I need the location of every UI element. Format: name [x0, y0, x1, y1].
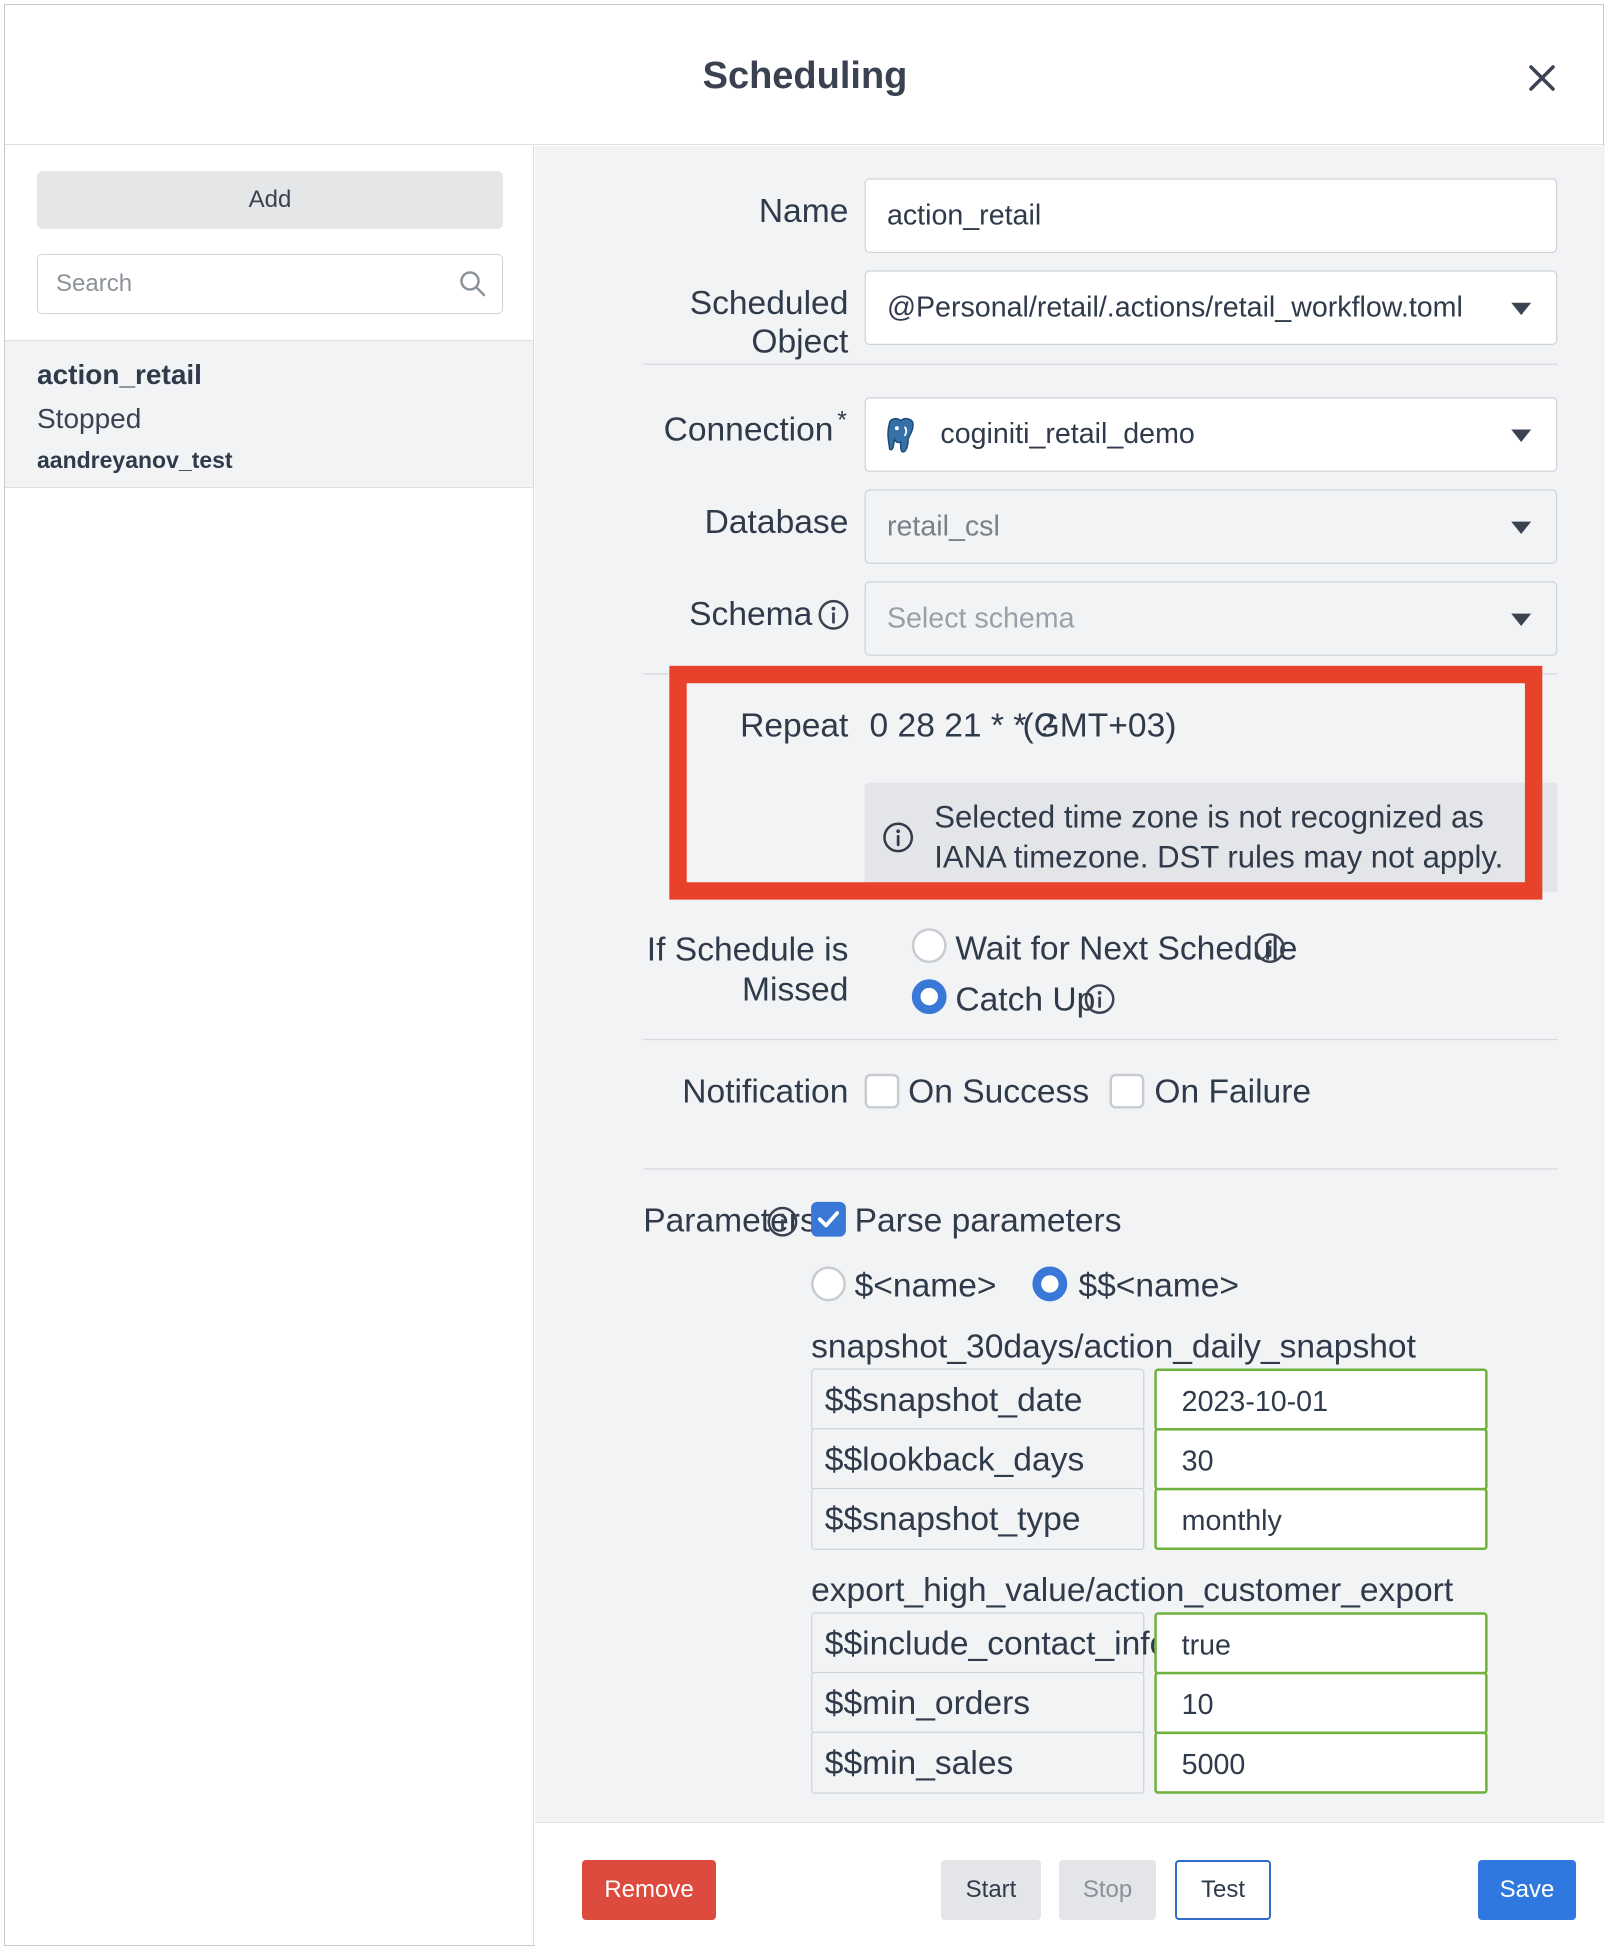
parse-parameters-checkbox[interactable] [811, 1201, 846, 1237]
connection-label: Connection [663, 410, 834, 449]
divider [643, 673, 1558, 675]
on-success-checkbox[interactable] [864, 1073, 900, 1109]
caret-down-icon [1511, 521, 1532, 535]
param-key-text: $$snapshot_date [824, 1380, 1083, 1419]
info-icon[interactable] [1254, 932, 1286, 964]
info-icon [882, 821, 914, 853]
param-value-input[interactable]: 10 [1154, 1671, 1488, 1735]
param-key: $$min_sales [811, 1731, 1145, 1794]
schedule-form: Name action_retail Scheduled Object @Per… [535, 146, 1604, 1822]
scheduled-object-value: @Personal/retail/.actions/retail_workflo… [886, 290, 1463, 323]
single-dollar-radio[interactable] [811, 1266, 846, 1302]
param-value-text: 30 [1181, 1444, 1214, 1477]
repeat-label: Repeat [740, 706, 849, 745]
param-value-input[interactable]: 30 [1154, 1428, 1488, 1491]
schedule-owner: aandreyanov_test [37, 447, 233, 473]
dialog-title: Scheduling [702, 55, 908, 97]
repeat-timezone: (GMT+03) [1022, 706, 1177, 745]
name-label: Name [758, 192, 849, 230]
divider [643, 1038, 1558, 1041]
divider [643, 363, 1558, 365]
on-success-label[interactable]: On Success [908, 1072, 1089, 1111]
dialog-footer: Remove Start Stop Test Save [535, 1822, 1604, 1946]
param-key-text: $$min_sales [824, 1744, 1014, 1782]
param-key-text: $$min_orders [824, 1684, 1031, 1722]
on-failure-checkbox[interactable] [1109, 1073, 1145, 1109]
database-label: Database [704, 502, 849, 541]
param-key: $$lookback_days [811, 1428, 1145, 1491]
timezone-warning-text: Selected time zone is not recognized as … [934, 800, 1504, 875]
on-failure-label[interactable]: On Failure [1154, 1072, 1311, 1111]
param-value-input[interactable]: 2023-10-01 [1154, 1368, 1488, 1431]
scheduling-dialog: Scheduling Add action_retail Stopped aan… [4, 4, 1605, 1946]
param-value-input[interactable]: monthly [1154, 1487, 1488, 1551]
wait-next-radio[interactable] [911, 928, 947, 964]
catch-up-radio[interactable] [911, 979, 947, 1015]
database-select[interactable]: retail_csl [864, 489, 1558, 564]
missed-label-line2: Missed [742, 970, 849, 1008]
missed-label: If Schedule is Missed [585, 929, 849, 1009]
param-value-text: 5000 [1181, 1747, 1246, 1781]
caret-down-icon [1511, 613, 1532, 627]
scheduled-object-select[interactable]: @Personal/retail/.actions/retail_workflo… [864, 270, 1558, 345]
param-key-text: $$lookback_days [824, 1440, 1085, 1478]
stop-button[interactable]: Stop [1059, 1860, 1156, 1920]
schema-label: Schema [689, 594, 813, 633]
param-value-text: 2023-10-01 [1181, 1384, 1329, 1417]
info-icon[interactable] [817, 599, 849, 631]
notification-label: Notification [682, 1072, 849, 1110]
double-dollar-radio[interactable] [1032, 1266, 1068, 1302]
single-dollar-label[interactable]: $<name> [855, 1267, 997, 1306]
dialog-header: Scheduling [5, 5, 1605, 145]
info-icon[interactable] [1083, 983, 1115, 1015]
wait-next-label[interactable]: Wait for Next Schedule [955, 929, 1297, 968]
param-key-text: $$snapshot_type [824, 1500, 1081, 1538]
save-button[interactable]: Save [1478, 1860, 1576, 1920]
start-button[interactable]: Start [941, 1860, 1041, 1920]
add-schedule-button[interactable]: Add [37, 171, 503, 229]
connection-select[interactable]: coginiti_retail_demo [864, 397, 1558, 472]
schema-select[interactable]: Select schema [864, 581, 1558, 656]
double-dollar-label[interactable]: $$<name> [1078, 1267, 1239, 1306]
param-value-text: monthly [1181, 1504, 1282, 1537]
checkmark-icon [817, 1211, 840, 1228]
info-icon[interactable] [766, 1206, 798, 1238]
missed-label-line1: If Schedule is [646, 930, 849, 969]
timezone-warning: Selected time zone is not recognized as … [864, 782, 1558, 893]
parse-parameters-label[interactable]: Parse parameters [855, 1202, 1122, 1241]
postgres-elephant-icon [883, 417, 918, 454]
param-key: $$snapshot_type [811, 1487, 1145, 1551]
remove-button[interactable]: Remove [582, 1860, 716, 1920]
test-button[interactable]: Test [1175, 1860, 1271, 1920]
param-group-title: export_high_value/action_customer_export [811, 1571, 1454, 1609]
param-value-input[interactable]: 5000 [1154, 1731, 1488, 1794]
caret-down-icon [1511, 429, 1532, 442]
scheduled-object-label: Scheduled Object [689, 284, 849, 360]
schedule-name: action_retail [37, 359, 202, 390]
caret-down-icon [1511, 302, 1532, 316]
param-value-text: true [1181, 1628, 1231, 1661]
schema-placeholder: Select schema [886, 601, 1075, 634]
schedule-status: Stopped [37, 403, 142, 434]
param-key-text: $$include_contact_info [824, 1624, 1169, 1662]
name-value: action_retail [886, 198, 1042, 231]
close-icon[interactable] [1519, 55, 1565, 101]
name-field[interactable]: action_retail [864, 178, 1558, 253]
param-key: $$snapshot_date [811, 1368, 1145, 1431]
param-value-input[interactable]: true [1154, 1612, 1488, 1675]
param-key: $$include_contact_info [811, 1612, 1168, 1675]
search-icon[interactable] [458, 269, 488, 299]
search-input[interactable] [56, 267, 436, 301]
param-value-text: 10 [1181, 1688, 1214, 1721]
connection-value: coginiti_retail_demo [940, 417, 1195, 450]
database-value: retail_csl [886, 509, 1000, 542]
required-marker: * [837, 407, 847, 435]
catch-up-label[interactable]: Catch Up [955, 980, 1095, 1019]
search-box [37, 254, 503, 314]
divider [643, 1168, 1558, 1170]
param-group-title: snapshot_30days/action_daily_snapshot [811, 1327, 1416, 1365]
param-key: $$min_orders [811, 1671, 1145, 1735]
schedule-sidebar: Add action_retail Stopped aandreyanov_te… [5, 146, 534, 1945]
schedule-list-item[interactable]: action_retail Stopped aandreyanov_test [5, 340, 533, 488]
